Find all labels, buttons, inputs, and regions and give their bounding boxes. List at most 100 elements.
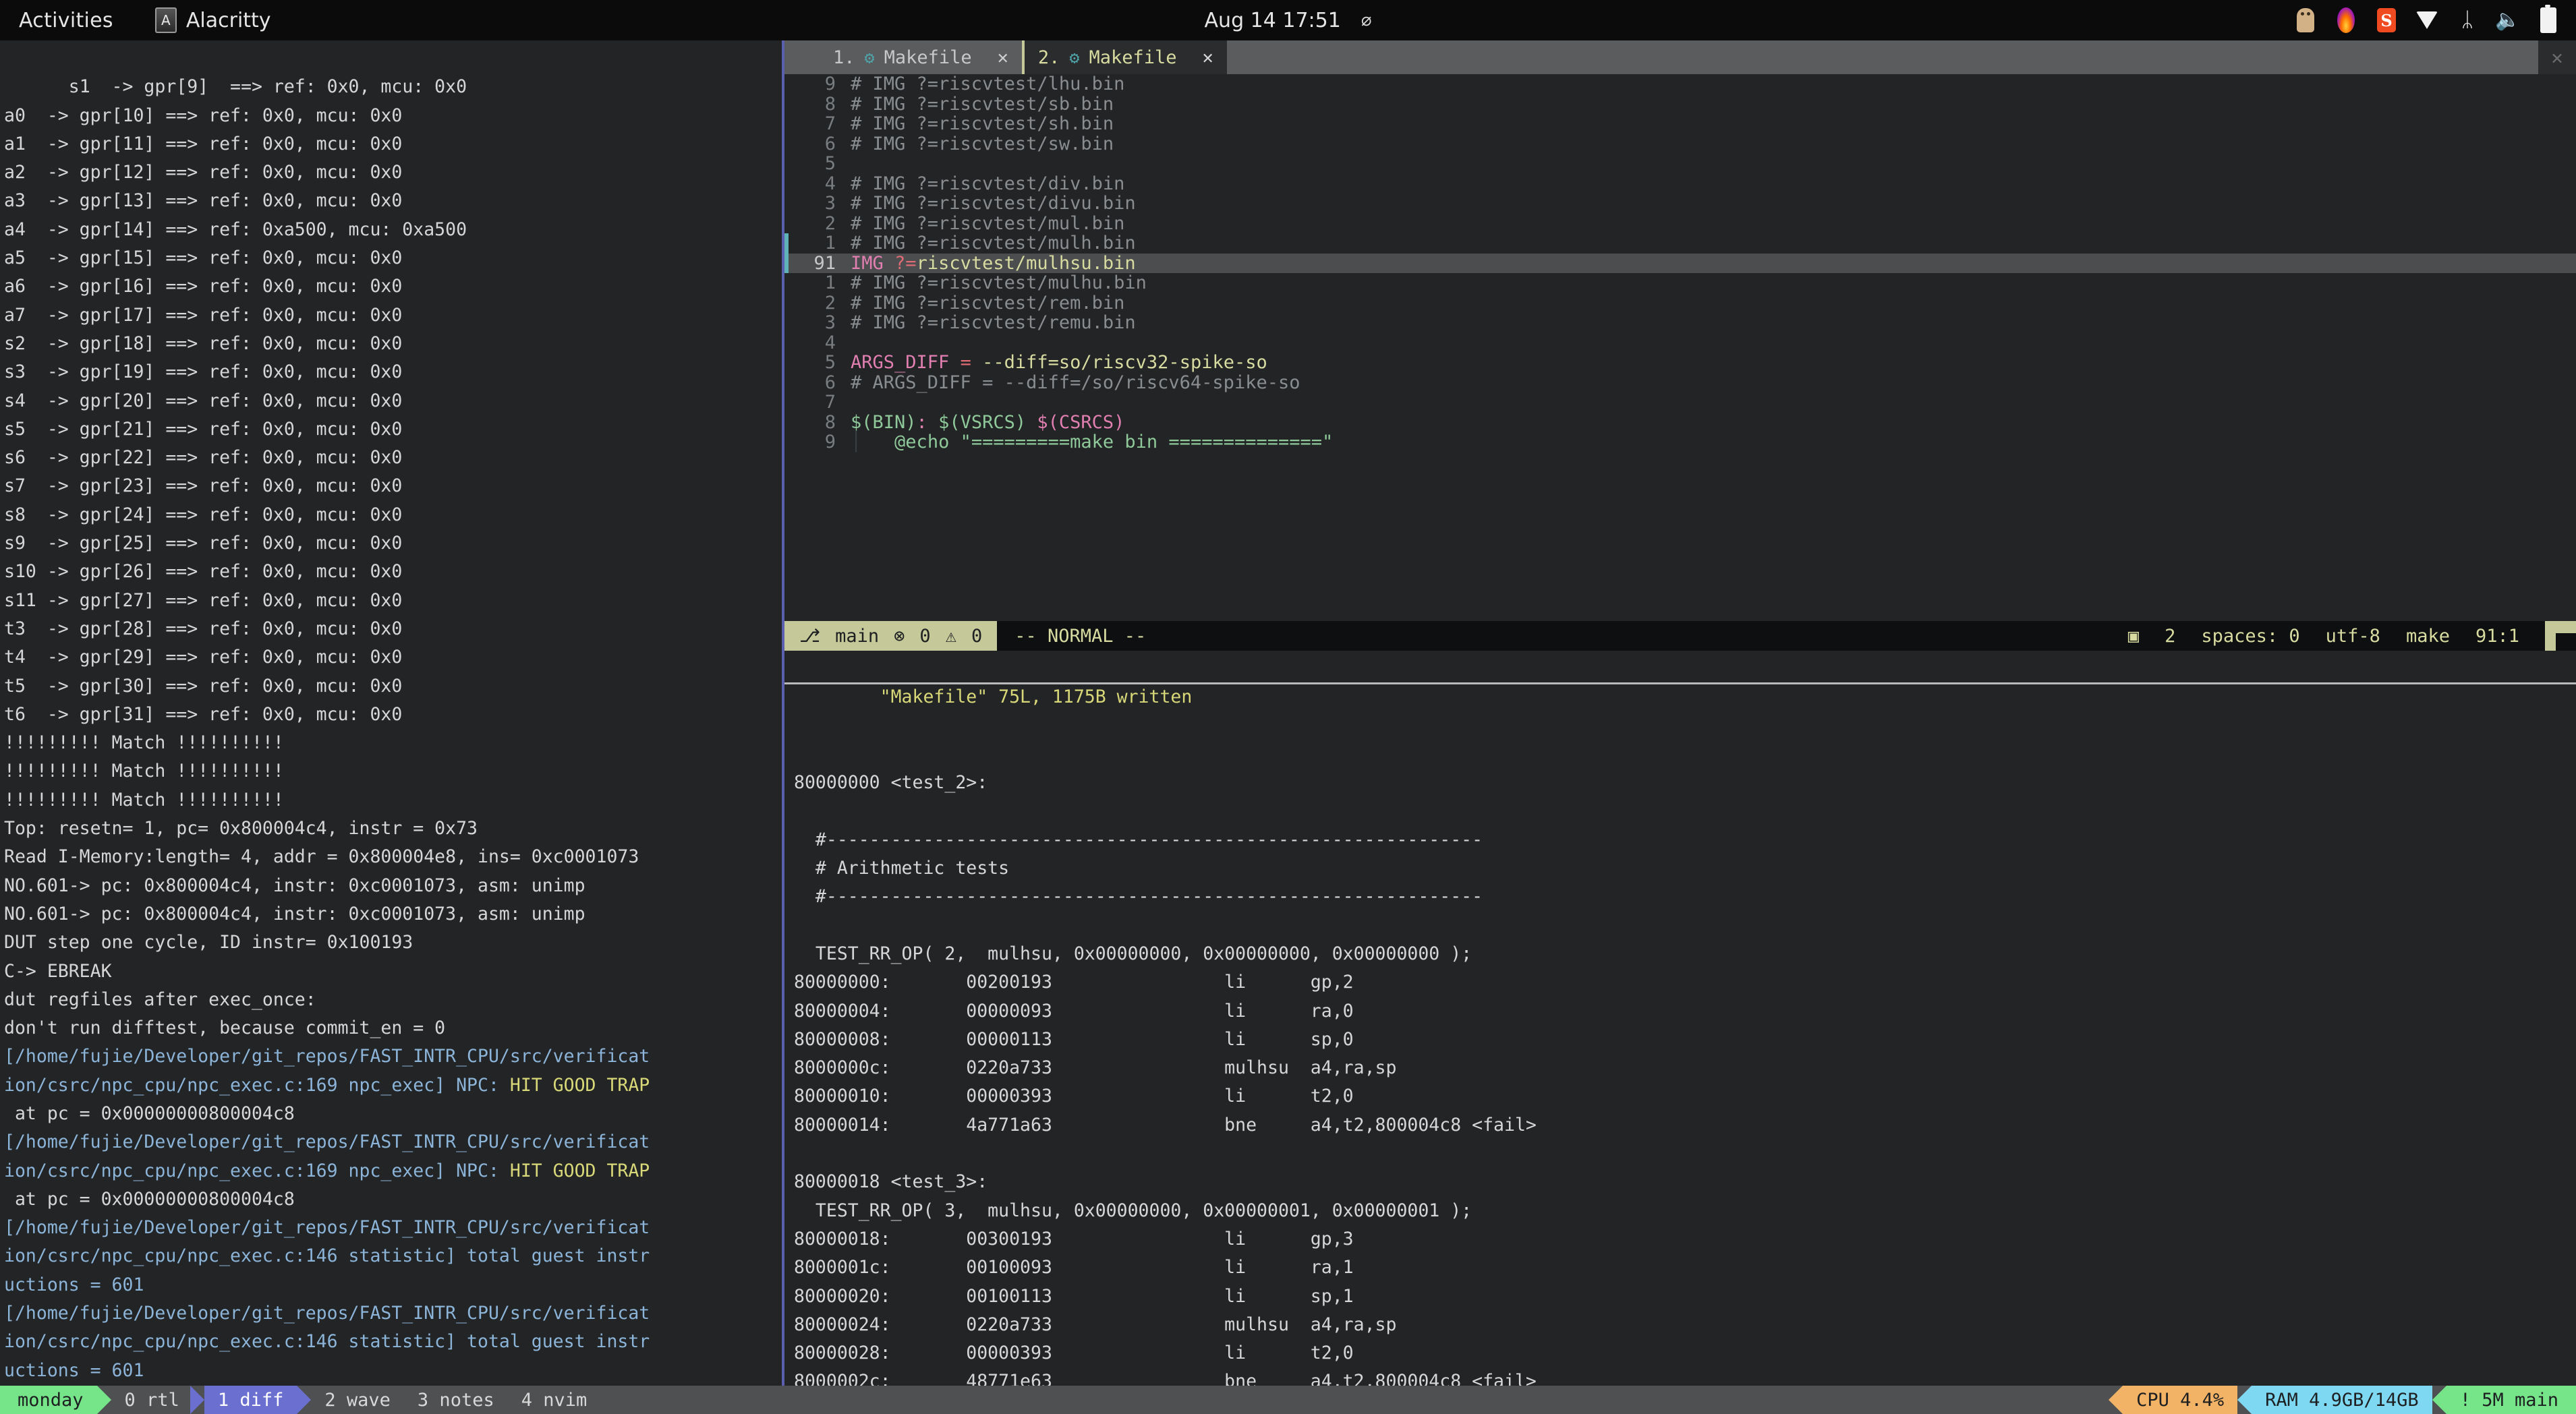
clock-label: Aug 14 17:51	[1204, 8, 1341, 32]
bell-muted-icon[interactable]: ⌀	[1361, 10, 1372, 30]
neovim-buffer-makefile[interactable]: 9 # IMG ?=riscvtest/lhu.bin 8 # IMG ?=riscv…	[784, 74, 2576, 610]
neovim-window[interactable]: 1. ⚙ Makefile ✕ 2. ⚙ Makefile ✕ ✕ 9 # IMG…	[784, 40, 2576, 651]
cpu-usage-indicator: CPU 4.4%	[2123, 1386, 2238, 1414]
bluetooth-icon[interactable]: ᛦ	[2457, 7, 2478, 33]
editor-mode-label: -- NORMAL --	[1014, 625, 1147, 647]
tab-makefile-1[interactable]: 1. ⚙ Makefile ✕	[820, 40, 1025, 74]
line-number: 1	[824, 272, 836, 293]
tmux-spacer	[600, 1386, 2109, 1414]
volume-icon[interactable]: 🔈	[2495, 7, 2520, 33]
editor-line[interactable]: 5 ARGS_DIFF = --diff=so/riscv32-spike-so	[784, 353, 2576, 373]
editor-line[interactable]: 7	[784, 392, 2576, 413]
line-text: # IMG ?=riscvtest/sw.bin	[851, 133, 1114, 154]
tab-makefile-2[interactable]: 2. ⚙ Makefile ✕	[1025, 40, 1227, 74]
session-arrow	[96, 1386, 111, 1414]
close-icon[interactable]: ✕	[2538, 40, 2576, 74]
regfile-dump-output: s1 -> gpr[9] ==> ref: 0x0, mcu: 0x0 a0 -…	[4, 76, 639, 1039]
tmux-window-1-diff[interactable]: 1 diff	[204, 1386, 297, 1414]
neovim-statusline: ⎇ main ⊗ 0 ⚠ 0 -- NORMAL -- ▣ 2 spaces: …	[784, 621, 2576, 651]
sublime-icon[interactable]: S	[2376, 7, 2397, 33]
network-icon[interactable]	[2416, 7, 2438, 33]
line-text: │ @echo "=========make bin =============…	[851, 432, 1334, 452]
editor-line[interactable]: 91 IMG ?=riscvtest/mulhsu.bin	[784, 252, 2576, 274]
line-number: 9	[824, 432, 836, 452]
tmux-pane-right[interactable]: 1. ⚙ Makefile ✕ 2. ⚙ Makefile ✕ ✕ 9 # IMG…	[784, 40, 2576, 1386]
file-written-message: "Makefile" 75L, 1175B written	[880, 686, 1193, 708]
gear-icon: ⚙	[864, 47, 875, 67]
editor-line[interactable]: 9 # IMG ?=riscvtest/lhu.bin	[784, 74, 2576, 94]
tmux-session-name[interactable]: monday	[0, 1386, 97, 1414]
git-status-indicator: ! 5M main	[2446, 1386, 2576, 1414]
editor-line[interactable]: 6 # ARGS_DIFF = --diff=/so/riscv64-spike-…	[784, 372, 2576, 393]
line-text: # IMG ?=riscvtest/rem.bin	[851, 292, 1125, 314]
editor-line[interactable]: 8 # IMG ?=riscvtest/sb.bin	[784, 94, 2576, 115]
git-arrow	[2432, 1386, 2446, 1414]
npc-log-output: [/home/fujie/Developer/git_repos/FAST_IN…	[4, 1046, 650, 1381]
dog-icon[interactable]	[2295, 7, 2316, 33]
neovim-tabline[interactable]: 1. ⚙ Makefile ✕ 2. ⚙ Makefile ✕ ✕	[784, 40, 2576, 74]
gear-icon: ⚙	[1069, 47, 1080, 67]
clock-area[interactable]: Aug 14 17:51 ⌀	[1205, 9, 1372, 32]
alacritty-icon: A	[154, 7, 177, 33]
ram-arrow	[2237, 1386, 2252, 1414]
line-number: 4	[824, 332, 836, 353]
line-number: 6	[824, 133, 836, 154]
line-text: # IMG ?=riscvtest/mulhu.bin	[851, 272, 1147, 293]
editor-line[interactable]: 9 │ @echo "=========make bin ============…	[784, 432, 2576, 452]
line-number: 7	[824, 392, 836, 413]
editor-line[interactable]: 4 # IMG ?=riscvtest/div.bin	[784, 173, 2576, 194]
alacritty-terminal[interactable]: s1 -> gpr[9] ==> ref: 0x0, mcu: 0x0 a0 -…	[0, 40, 2576, 1386]
editor-line[interactable]: 3 # IMG ?=riscvtest/remu.bin	[784, 313, 2576, 333]
editor-line[interactable]: 4	[784, 332, 2576, 353]
tab-close-icon[interactable]: ✕	[998, 47, 1008, 68]
tmux-window-4-nvim[interactable]: 4 nvim	[507, 1386, 601, 1414]
line-number: 2	[824, 212, 836, 234]
tabline-left-pad	[784, 40, 820, 74]
tmux-window-0-rtl[interactable]: 0 rtl	[111, 1386, 193, 1414]
line-number: 5	[824, 153, 836, 174]
desktop-screen: Activities A Alacritty Aug 14 17:51 ⌀ S …	[0, 0, 2576, 1414]
editor-line[interactable]: 8 $(BIN): $(VSRCS) $(CSRCS)	[784, 411, 2576, 433]
editor-line[interactable]: 7 # IMG ?=riscvtest/sh.bin	[784, 114, 2576, 134]
focused-app-indicator[interactable]: A Alacritty	[154, 7, 271, 33]
editor-line[interactable]: 2 # IMG ?=riscvtest/rem.bin	[784, 293, 2576, 314]
tab-index-label: 2.	[1037, 47, 1060, 68]
gnome-top-bar: Activities A Alacritty Aug 14 17:51 ⌀ S …	[0, 0, 2576, 40]
cpu-arrow	[2109, 1386, 2123, 1414]
tmux-status-bar[interactable]: monday 0 rtl 1 diff 2 wave 3 notes 4 nvi…	[0, 1386, 2576, 1414]
git-branch-icon: ⎇	[799, 625, 821, 647]
app-name-label: Alacritty	[185, 8, 271, 32]
editor-line[interactable]: 2 # IMG ?=riscvtest/mul.bin	[784, 212, 2576, 234]
tmux-pane-bottom-right[interactable]: "Makefile" 75L, 1175B written 80000000 <…	[784, 651, 2576, 1386]
warning-count: 0	[971, 625, 983, 647]
line-number: 4	[824, 173, 836, 194]
line-number: 2	[824, 292, 836, 314]
line-number: 9	[824, 74, 836, 94]
editor-line[interactable]: 5	[784, 154, 2576, 174]
warning-icon: ⚠	[945, 625, 956, 647]
tmux-pane-left[interactable]: s1 -> gpr[9] ==> ref: 0x0, mcu: 0x0 a0 -…	[0, 40, 782, 1386]
line-text: # IMG ?=riscvtest/mul.bin	[851, 212, 1125, 234]
firefox-icon[interactable]	[2336, 7, 2356, 33]
editor-line[interactable]: 3 # IMG ?=riscvtest/divu.bin	[784, 194, 2576, 214]
tmux-window-3-notes[interactable]: 3 notes	[403, 1386, 508, 1414]
line-number: 1	[824, 233, 836, 254]
line-text: # IMG ?=riscvtest/remu.bin	[851, 312, 1136, 333]
line-text: IMG ?=riscvtest/mulhsu.bin	[851, 252, 1136, 274]
line-number: 91	[813, 252, 836, 274]
error-count: 0	[919, 625, 931, 647]
line-text: ARGS_DIFF = --diff=so/riscv32-spike-so	[851, 352, 1267, 373]
editor-line[interactable]: 1 # IMG ?=riscvtest/mulhu.bin	[784, 273, 2576, 293]
line-number: 8	[824, 411, 836, 433]
battery-icon[interactable]	[2538, 5, 2558, 33]
tab-close-icon[interactable]: ✕	[1203, 47, 1213, 68]
line-number: 8	[824, 93, 836, 115]
objdump-output: 80000000 <test_2>: #--------------------…	[794, 772, 1537, 1386]
tmux-window-2-wave[interactable]: 2 wave	[311, 1386, 404, 1414]
activities-button[interactable]: Activities	[19, 9, 113, 32]
cursor-position-label: 91:1	[2475, 625, 2519, 647]
line-number: 3	[824, 312, 836, 333]
line-text: # IMG ?=riscvtest/sb.bin	[851, 93, 1114, 115]
editor-line[interactable]: 6 # IMG ?=riscvtest/sw.bin	[784, 134, 2576, 154]
editor-line[interactable]: 1 # IMG ?=riscvtest/mulh.bin	[784, 233, 2576, 254]
